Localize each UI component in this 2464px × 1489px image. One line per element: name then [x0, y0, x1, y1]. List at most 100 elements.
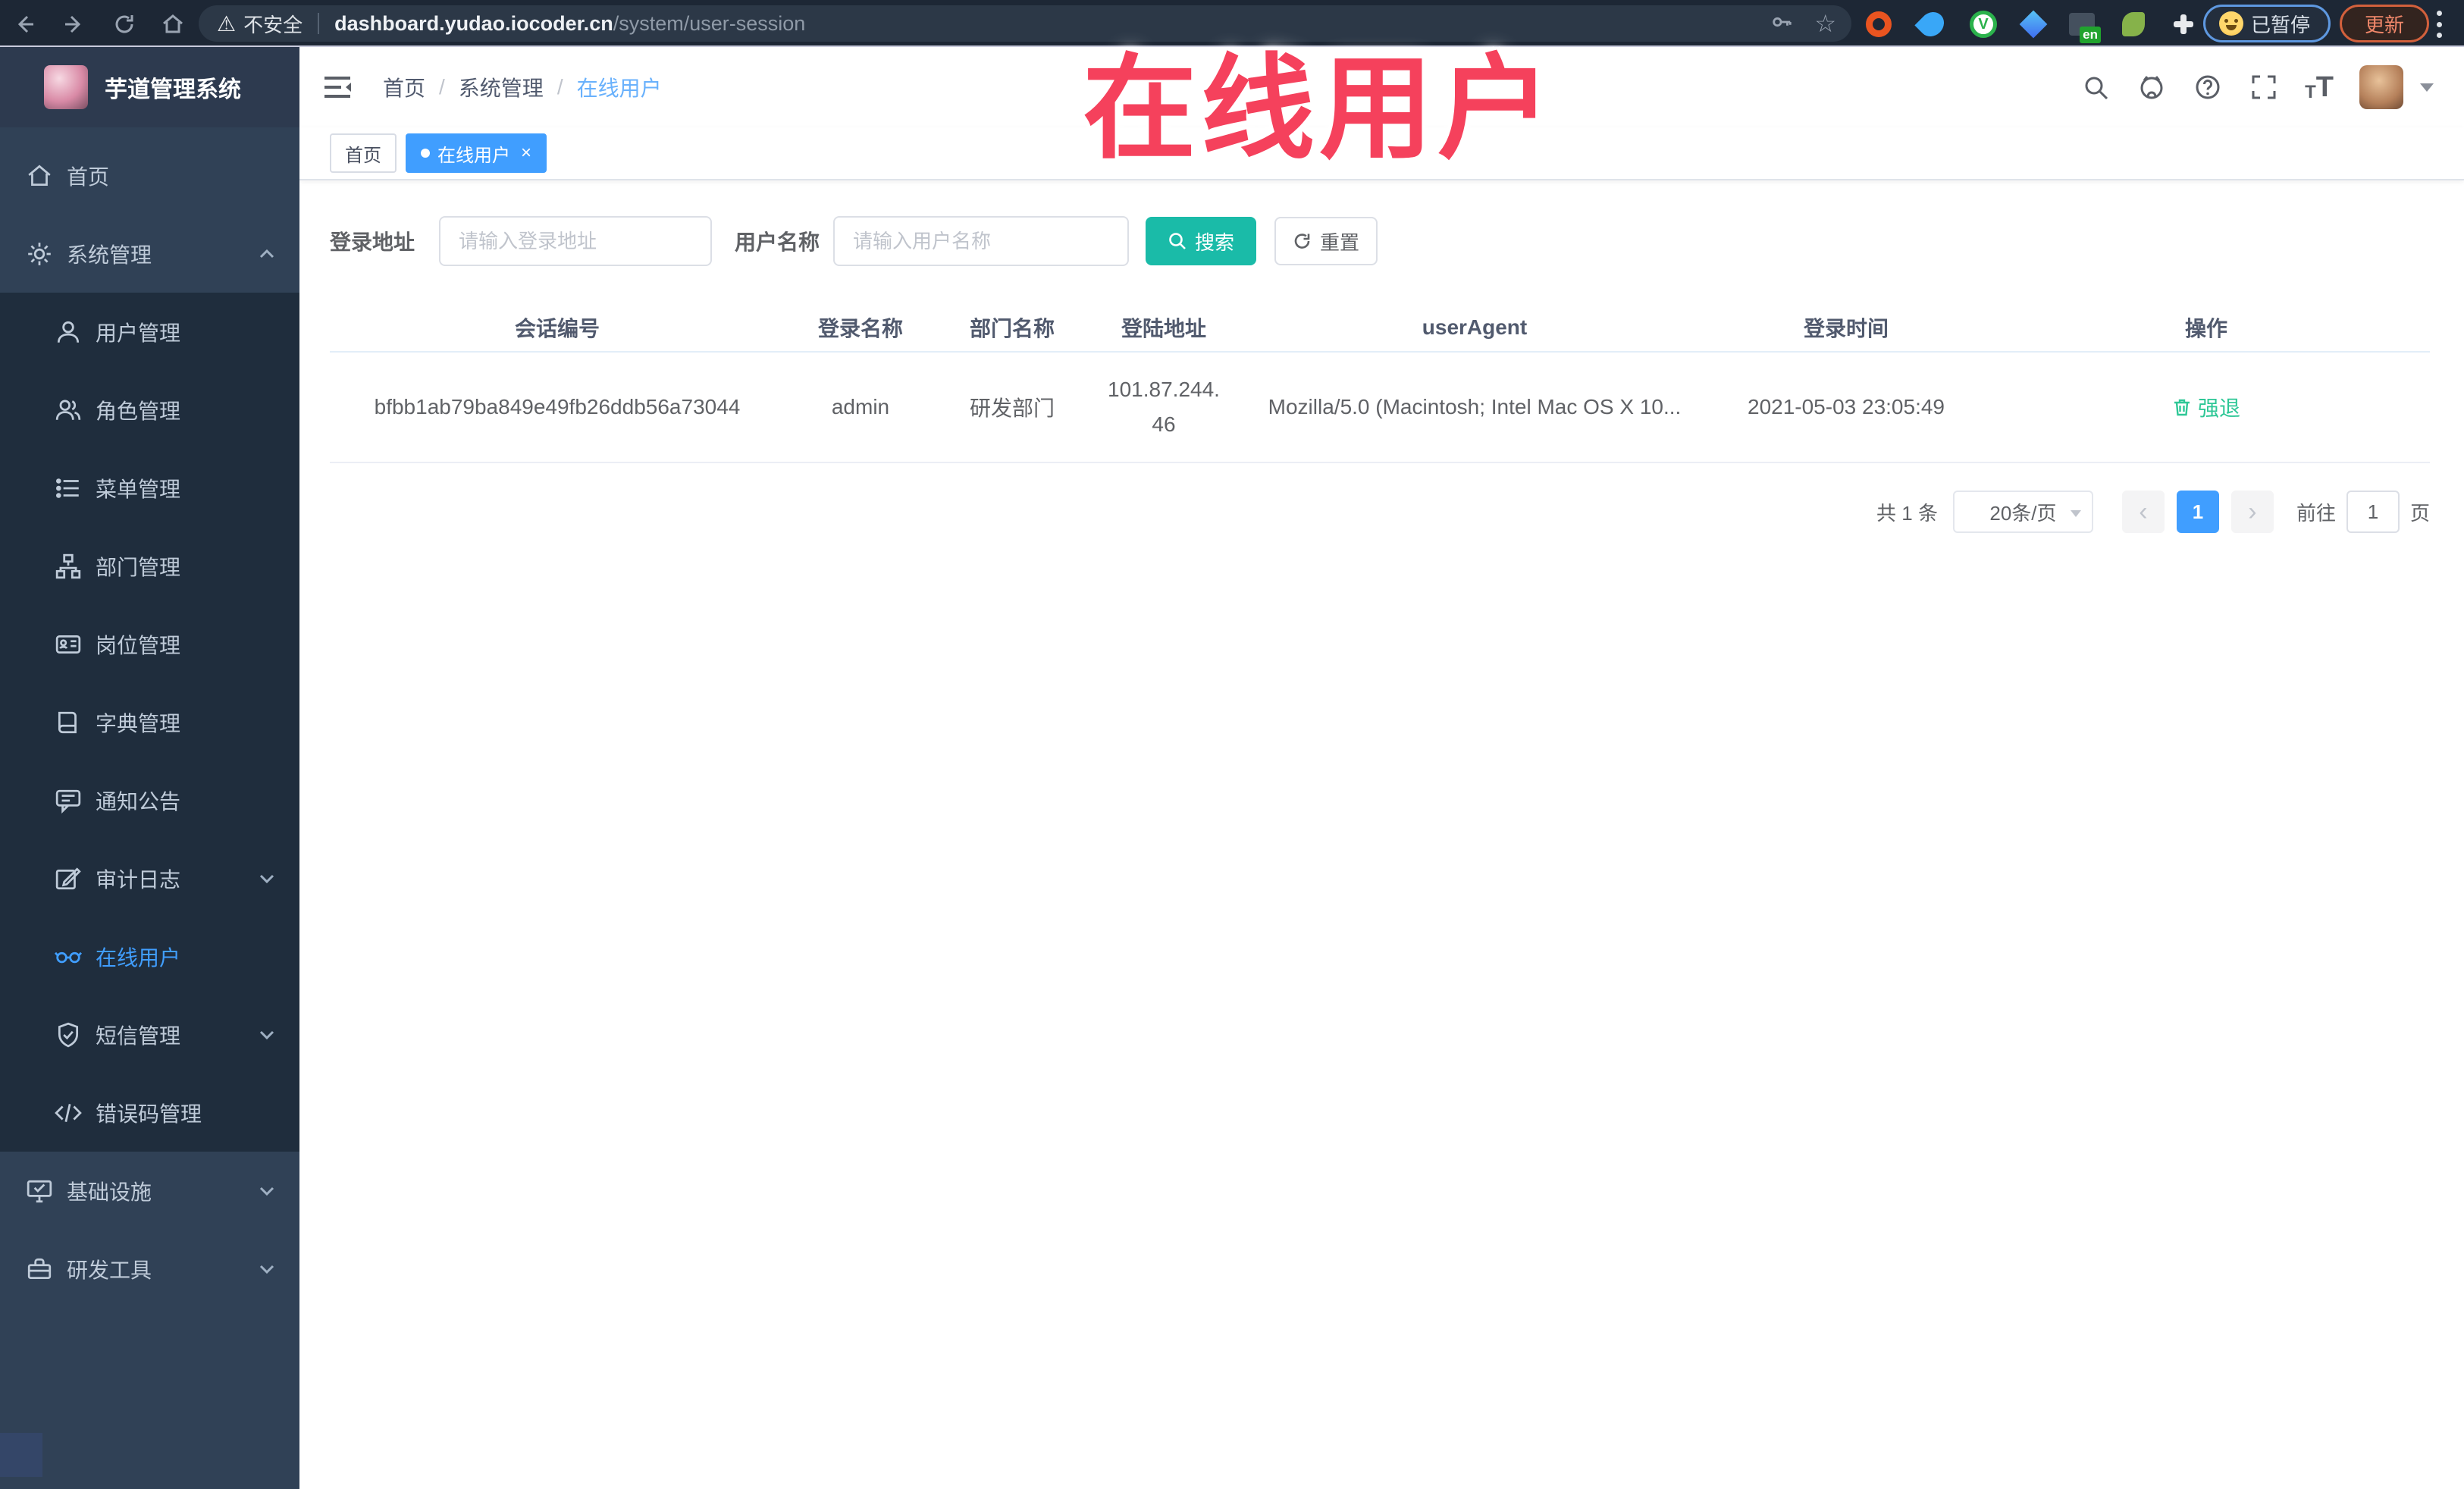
sidebar-item-audit-log[interactable]: 审计日志 [0, 839, 299, 917]
sidebar-item-label: 基础设施 [67, 1180, 152, 1204]
extension-icon-gem[interactable] [2017, 8, 2050, 41]
monitor-check-icon [26, 1177, 53, 1205]
reset-button-label: 重置 [1320, 230, 1360, 254]
sidebar-item-notice[interactable]: 通知公告 [0, 761, 299, 839]
help-icon[interactable] [2193, 72, 2223, 102]
chrome-update-button[interactable]: 更新 [2340, 5, 2429, 42]
force-logout-button[interactable]: 强退 [2172, 392, 2240, 422]
sidebar-item-sms-mgmt[interactable]: 短信管理 [0, 995, 299, 1074]
goto-page-input[interactable] [2346, 491, 2400, 533]
cell-actions: 强退 [1983, 392, 2430, 422]
sidebar-item-menu-mgmt[interactable]: 菜单管理 [0, 449, 299, 527]
sidebar-item-label: 菜单管理 [96, 477, 181, 501]
annotation-watermark: 在线用户 [1083, 45, 1556, 172]
book-icon [55, 709, 82, 736]
table-header-row: 会话编号 登录名称 部门名称 登陆地址 userAgent 登录时间 操作 [330, 304, 2430, 353]
chevron-down-icon [257, 1181, 277, 1201]
search-button-label: 搜索 [1195, 230, 1235, 254]
logo[interactable]: 芋道管理系统 [0, 47, 299, 127]
url-host: dashboard.yudao.iocoder.cn [334, 11, 613, 35]
username-input[interactable] [833, 216, 1130, 266]
reset-button[interactable]: 重置 [1274, 217, 1378, 265]
cell-ip: 101.87.244.46 [1108, 377, 1220, 436]
extension-icon-orange[interactable] [1862, 8, 1895, 41]
sidebar-item-label: 在线用户 [96, 945, 181, 970]
page-unit-label: 页 [2409, 501, 2430, 525]
sidebar-item-post-mgmt[interactable]: 岗位管理 [0, 605, 299, 683]
password-key-icon[interactable] [1770, 11, 1793, 37]
user-avatar[interactable] [2359, 65, 2403, 109]
chevron-down-icon [257, 1259, 277, 1279]
extension-icon-translate[interactable]: en [2065, 8, 2101, 43]
back-button[interactable] [8, 8, 41, 41]
browser-menu-icon[interactable] [2435, 11, 2443, 38]
col-header-username: 登录名称 [817, 317, 903, 340]
col-header-session-id: 会话编号 [514, 317, 600, 340]
page-number-current[interactable]: 1 [2176, 491, 2219, 533]
extensions-puzzle-icon[interactable] [2167, 8, 2200, 41]
main-area: 首页 / 系统管理 / 在线用户 TT 首页 在线用户 × 登录地址 请输入登录… [299, 47, 2464, 1489]
prev-page-button[interactable]: ‹ [2121, 491, 2165, 533]
sidebar-item-errorcode-mgmt[interactable]: 错误码管理 [0, 1074, 299, 1152]
cell-username: admin [831, 395, 890, 418]
reload-button[interactable] [108, 8, 141, 41]
home-button[interactable] [156, 8, 190, 41]
sidebar-item-user-mgmt[interactable]: 用户管理 [0, 293, 299, 371]
total-count: 共 1 条 [1876, 501, 1938, 525]
filter-form: 登录地址 用户名称 搜索 重置 [330, 216, 2430, 266]
extension-icon-green-leaf[interactable] [2117, 8, 2150, 41]
logo-image [44, 65, 88, 109]
sidebar-item-dev-tools[interactable]: 研发工具 [0, 1230, 299, 1308]
breadcrumb-item[interactable]: 系统管理 [459, 72, 544, 102]
fullscreen-icon[interactable] [2249, 72, 2279, 102]
cell-session-id: bfbb1ab79ba849e49fb26ddb56a73044 [374, 395, 741, 418]
extension-icon-blue-drop[interactable] [1914, 7, 1949, 42]
force-logout-label: 强退 [2197, 397, 2240, 420]
next-page-button[interactable]: › [2230, 491, 2274, 533]
search-button[interactable]: 搜索 [1146, 217, 1257, 265]
avatar-caret-icon[interactable] [2420, 83, 2434, 92]
tag-home[interactable]: 首页 [330, 133, 397, 173]
tag-online-users[interactable]: 在线用户 × [406, 133, 547, 173]
breadcrumb-item[interactable]: 首页 [383, 72, 425, 102]
sidebar-item-infrastructure[interactable]: 基础设施 [0, 1152, 299, 1230]
login-address-input[interactable] [439, 216, 713, 266]
sidebar-item-dept-mgmt[interactable]: 部门管理 [0, 527, 299, 605]
table-row: bfbb1ab79ba849e49fb26ddb56a73044 admin 研… [330, 353, 2430, 463]
url-path: /system/user-session [613, 11, 806, 35]
sidebar-item-role-mgmt[interactable]: 角色管理 [0, 371, 299, 449]
sidebar-item-label: 错误码管理 [96, 1102, 202, 1126]
hamburger-icon[interactable] [321, 71, 354, 104]
sidebar-item-label: 部门管理 [96, 555, 181, 579]
username-label: 用户名称 [735, 230, 820, 254]
sidebar-item-home[interactable]: 首页 [0, 136, 299, 215]
address-bar[interactable]: ⚠ 不安全 dashboard.yudao.iocoder.cn /system… [199, 5, 1851, 42]
github-icon[interactable] [2136, 72, 2167, 102]
screen: ⚠ 不安全 dashboard.yudao.iocoder.cn /system… [0, 0, 2464, 1489]
sidebar-item-label: 系统管理 [67, 243, 152, 267]
chevron-down-icon [257, 1025, 277, 1045]
extension-icon-green-v[interactable]: V [1967, 8, 2000, 41]
close-icon[interactable]: × [521, 144, 531, 162]
sidebar-item-label: 研发工具 [67, 1258, 152, 1282]
home-icon [26, 162, 53, 190]
search-icon[interactable] [2080, 72, 2111, 102]
sidebar: 芋道管理系统 首页 系统管理 用户管理 角色管理 菜单管理 部门管理 岗位管理 … [0, 47, 299, 1489]
profile-paused-badge[interactable]: 已暂停 [2203, 5, 2331, 42]
sidebar-item-dict-mgmt[interactable]: 字典管理 [0, 683, 299, 761]
users-icon [55, 397, 82, 424]
sidebar-item-system-mgmt[interactable]: 系统管理 [0, 215, 299, 293]
trash-icon [2174, 399, 2190, 416]
page-size-select[interactable]: 20条/页 [1952, 491, 2093, 533]
forward-button[interactable] [58, 8, 91, 41]
select-caret-icon [2070, 510, 2081, 517]
sidebar-item-online-users[interactable]: 在线用户 [0, 917, 299, 995]
cell-dept: 研发部门 [969, 397, 1055, 420]
sidebar-item-label: 用户管理 [96, 321, 181, 345]
tag-label: 在线用户 [437, 145, 510, 166]
cell-login-time: 2021-05-03 23:05:49 [1748, 395, 1945, 418]
font-size-icon[interactable]: TT [2305, 73, 2334, 102]
warning-icon: ⚠ [217, 11, 237, 36]
col-header-dept: 部门名称 [969, 317, 1055, 340]
bookmark-star-icon[interactable]: ☆ [1814, 11, 1836, 36]
